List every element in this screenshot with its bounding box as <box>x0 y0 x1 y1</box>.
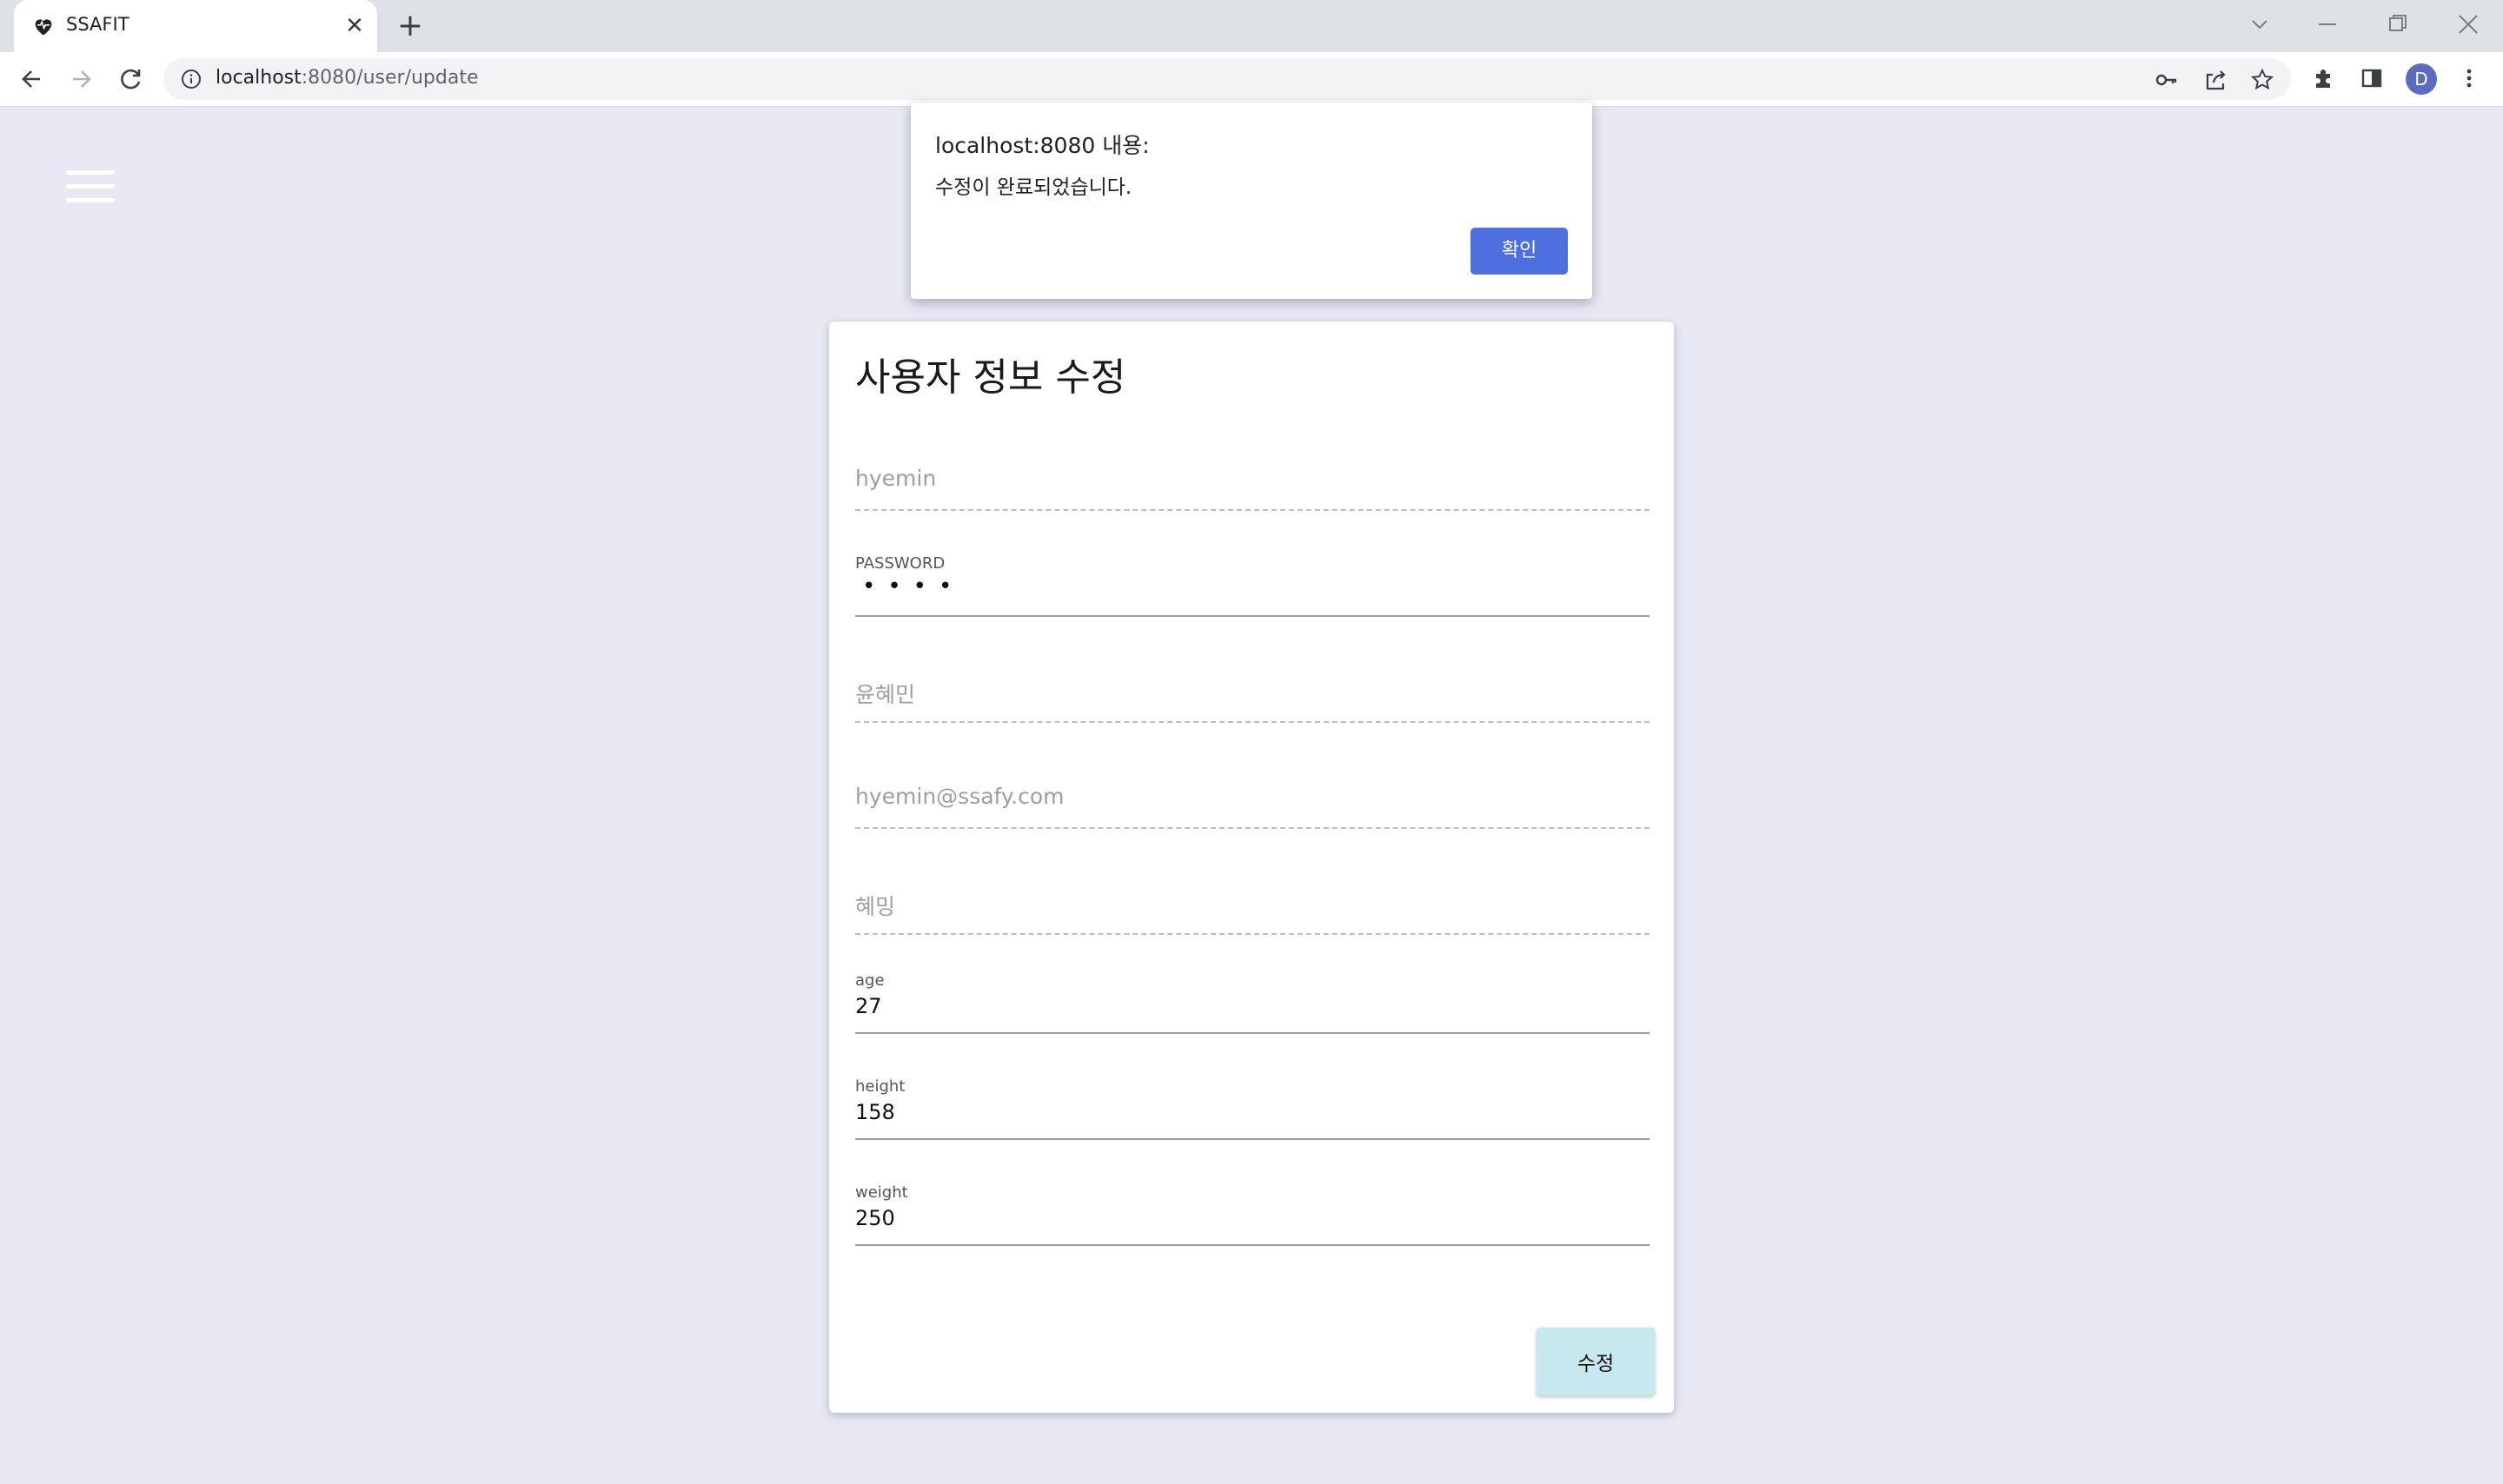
email-underline <box>855 827 1650 829</box>
browser-tab[interactable]: SSAFIT ✕ <box>14 0 377 52</box>
submit-update-button[interactable]: 수정 <box>1537 1328 1655 1395</box>
close-window-icon[interactable] <box>2449 9 2487 40</box>
back-arrow-icon[interactable] <box>16 63 49 96</box>
nickname-field[interactable]: 혜밍 <box>855 872 1650 935</box>
browser-tabstrip: SSAFIT ✕ + <box>0 0 2503 52</box>
username-underline <box>855 509 1650 511</box>
hamburger-menu-icon[interactable] <box>66 170 115 203</box>
weight-label: weight <box>855 1183 908 1202</box>
new-tab-icon[interactable]: + <box>395 10 426 42</box>
minimize-icon[interactable] <box>2308 9 2347 40</box>
age-field[interactable]: age 27 <box>855 971 1650 1034</box>
extensions-puzzle-icon[interactable] <box>2308 63 2338 93</box>
height-value[interactable]: 158 <box>855 1100 895 1124</box>
name-field[interactable]: 윤혜민 <box>855 660 1650 723</box>
url-path: :8080/user/update <box>301 67 479 89</box>
dialog-ok-button[interactable]: 확인 <box>1471 228 1568 275</box>
age-value[interactable]: 27 <box>855 994 882 1018</box>
age-label: age <box>855 971 885 990</box>
username-placeholder: hyemin <box>855 466 937 491</box>
profile-avatar[interactable]: D <box>2406 63 2437 95</box>
height-label: height <box>855 1077 906 1096</box>
age-underline <box>855 1032 1650 1034</box>
url-host: localhost <box>216 67 302 89</box>
reload-icon[interactable] <box>115 63 148 96</box>
password-value[interactable]: •••• <box>862 573 964 600</box>
password-label: PASSWORD <box>855 554 946 573</box>
restore-icon[interactable] <box>2378 9 2416 40</box>
name-underline <box>855 721 1650 723</box>
share-icon[interactable] <box>2202 67 2228 93</box>
url-text[interactable]: localhost:8080/user/update <box>216 67 479 89</box>
height-field[interactable]: height 158 <box>855 1077 1650 1140</box>
more-menu-icon[interactable] <box>2454 63 2484 93</box>
password-underline <box>855 615 1650 617</box>
nickname-placeholder: 혜밍 <box>855 894 896 919</box>
forward-arrow-icon[interactable] <box>64 63 97 96</box>
side-panel-icon[interactable] <box>2357 63 2387 93</box>
bookmark-star-icon[interactable] <box>2249 67 2275 93</box>
height-underline <box>855 1138 1650 1140</box>
username-field[interactable]: hyemin <box>855 448 1650 511</box>
name-placeholder: 윤혜민 <box>855 682 916 707</box>
email-field[interactable]: hyemin@ssafy.com <box>855 766 1650 829</box>
dialog-message: 수정이 완료되었습니다. <box>935 176 1132 199</box>
tab-title: SSAFIT <box>66 14 129 35</box>
weight-field[interactable]: weight 250 <box>855 1183 1650 1246</box>
weight-value[interactable]: 250 <box>855 1206 895 1230</box>
weight-underline <box>855 1244 1650 1246</box>
nickname-underline <box>855 933 1650 935</box>
email-placeholder: hyemin@ssafy.com <box>855 784 1065 809</box>
page-title: 사용자 정보 수정 <box>855 355 1126 400</box>
key-icon[interactable] <box>2154 67 2180 93</box>
browser-toolbar: localhost:8080/user/update D <box>0 52 2503 107</box>
address-bar[interactable]: localhost:8080/user/update <box>163 58 2291 100</box>
alert-dialog: localhost:8080 내용: 수정이 완료되었습니다. 확인 <box>911 103 1592 299</box>
site-info-icon[interactable] <box>181 69 202 89</box>
user-update-card: 사용자 정보 수정 hyemin PASSWORD •••• 윤혜민 hyemi… <box>829 321 1674 1413</box>
tab-search-icon[interactable] <box>2241 9 2279 40</box>
tab-close-icon[interactable]: ✕ <box>341 12 368 40</box>
password-field[interactable]: PASSWORD •••• <box>855 554 1650 617</box>
heart-favicon-icon <box>35 19 52 36</box>
dialog-title: localhost:8080 내용: <box>935 133 1150 158</box>
